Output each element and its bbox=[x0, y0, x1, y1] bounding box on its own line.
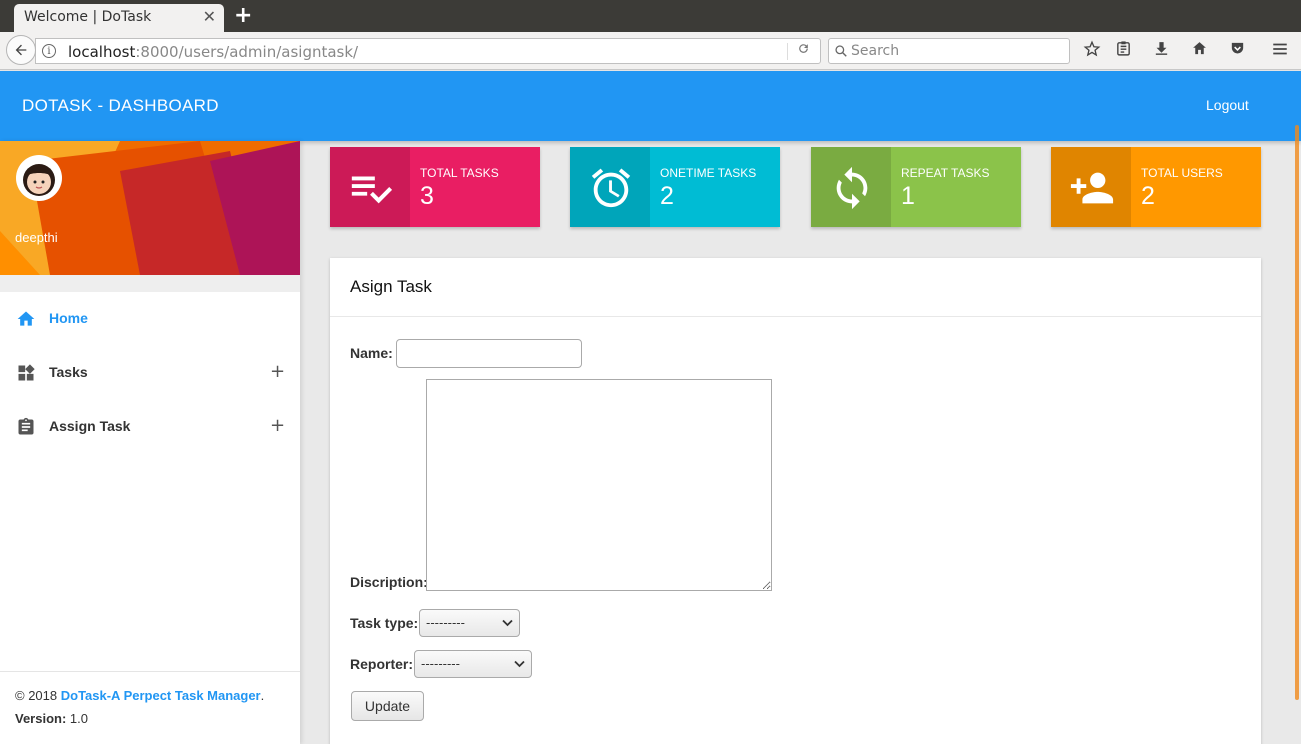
description-label: Discription: bbox=[350, 574, 428, 590]
tab-close-icon[interactable]: ✕ bbox=[203, 7, 216, 26]
sidebar-item-label: Assign Task bbox=[49, 418, 131, 434]
app-header: DOTASK - DASHBOARD Logout bbox=[0, 71, 1301, 141]
chevron-down-icon bbox=[502, 619, 513, 627]
sidebar-item-label: Tasks bbox=[49, 364, 88, 380]
new-tab-icon[interactable]: + bbox=[234, 3, 252, 28]
back-button[interactable] bbox=[6, 35, 36, 65]
bookmark-star-icon[interactable] bbox=[1081, 40, 1103, 63]
search-bar[interactable]: Search bbox=[828, 38, 1070, 64]
reload-icon[interactable] bbox=[797, 42, 810, 59]
version-value: 1.0 bbox=[66, 711, 88, 726]
info-box-label: TOTAL TASKS bbox=[420, 166, 499, 180]
info-box-icon-area bbox=[1051, 147, 1131, 227]
info-box-total-tasks[interactable]: TOTAL TASKS 3 bbox=[330, 147, 540, 227]
search-icon bbox=[835, 45, 847, 57]
home-icon bbox=[17, 311, 35, 326]
footer-period: . bbox=[260, 688, 265, 703]
alarm-icon bbox=[591, 168, 631, 208]
pocket-icon[interactable] bbox=[1226, 40, 1248, 62]
url-host: localhost bbox=[68, 43, 136, 61]
sidebar-item-assign-task[interactable]: Assign Task + bbox=[0, 407, 300, 447]
widgets-icon bbox=[18, 364, 35, 381]
task-type-selected-value: --------- bbox=[426, 616, 465, 630]
version-label: Version: bbox=[15, 711, 67, 726]
expand-plus-icon[interactable]: + bbox=[270, 361, 285, 382]
update-button[interactable]: Update bbox=[351, 691, 424, 721]
version-line: Version: 1.0 bbox=[15, 711, 285, 734]
info-box-label: REPEAT TASKS bbox=[901, 166, 990, 180]
info-box-icon-area bbox=[330, 147, 410, 227]
info-box-label: ONETIME TASKS bbox=[660, 166, 757, 180]
search-placeholder: Search bbox=[851, 43, 900, 59]
info-box-label: TOTAL USERS bbox=[1141, 166, 1223, 180]
copyright-line: © 2018 DoTask-A Perpect Task Manager. bbox=[15, 688, 285, 711]
reporter-label: Reporter: bbox=[350, 656, 414, 672]
logout-link[interactable]: Logout bbox=[1206, 97, 1249, 113]
card-title: Asign Task bbox=[350, 277, 432, 296]
info-box-value: 1 bbox=[901, 182, 915, 210]
info-box-total-users[interactable]: TOTAL USERS 2 bbox=[1051, 147, 1261, 227]
username: deepthi bbox=[15, 230, 58, 245]
info-box-icon-area bbox=[570, 147, 650, 227]
avatar[interactable] bbox=[15, 154, 63, 202]
home-browser-icon[interactable] bbox=[1188, 40, 1210, 62]
info-box-value: 2 bbox=[660, 182, 674, 210]
hamburger-menu-icon[interactable] bbox=[1269, 40, 1291, 63]
info-box-value: 2 bbox=[1141, 182, 1155, 210]
sidebar-divider bbox=[0, 275, 300, 292]
assign-task-card: Asign Task Name: Discription: Task type:… bbox=[330, 258, 1261, 744]
download-icon[interactable] bbox=[1150, 40, 1172, 62]
expand-plus-icon[interactable]: + bbox=[270, 415, 285, 436]
page-scrollbar[interactable] bbox=[1295, 125, 1299, 700]
description-textarea[interactable] bbox=[426, 379, 772, 591]
refresh-icon bbox=[836, 166, 868, 210]
url-path: :8000/users/admin/asigntask/ bbox=[135, 43, 359, 61]
copyright-text: © 2018 bbox=[15, 688, 61, 703]
info-box-onetime-tasks[interactable]: ONETIME TASKS 2 bbox=[570, 147, 780, 227]
sidebar: deepthi Home Tasks + Assign Task + © 201… bbox=[0, 141, 300, 744]
name-label: Name: bbox=[350, 345, 393, 361]
reading-list-icon[interactable] bbox=[1112, 40, 1134, 62]
url-separator bbox=[787, 43, 788, 60]
url-text[interactable]: localhost:8000/users/admin/asigntask/ bbox=[68, 43, 358, 61]
sidebar-footer: © 2018 DoTask-A Perpect Task Manager. Ve… bbox=[0, 671, 300, 744]
browser-tab-bar: Welcome | DoTask ✕ + bbox=[0, 0, 1301, 32]
app-title[interactable]: DOTASK - DASHBOARD bbox=[22, 96, 219, 116]
name-input[interactable] bbox=[396, 339, 582, 368]
sidebar-item-tasks[interactable]: Tasks + bbox=[0, 353, 300, 393]
browser-nav-bar: i localhost:8000/users/admin/asigntask/ … bbox=[0, 32, 1301, 70]
url-bar[interactable]: i localhost:8000/users/admin/asigntask/ bbox=[35, 38, 821, 64]
reporter-selected-value: --------- bbox=[421, 657, 460, 671]
info-box-icon-area bbox=[811, 147, 891, 227]
playlist-check-icon bbox=[351, 176, 393, 204]
user-info: deepthi bbox=[0, 141, 300, 275]
sidebar-item-home[interactable]: Home bbox=[0, 299, 300, 339]
tab-title: Welcome | DoTask bbox=[24, 9, 152, 25]
person-add-icon bbox=[1070, 172, 1114, 204]
info-box-value: 3 bbox=[420, 182, 434, 210]
chevron-down-icon bbox=[514, 660, 525, 668]
task-type-label: Task type: bbox=[350, 615, 419, 631]
reporter-select[interactable]: --------- bbox=[414, 650, 532, 678]
clipboard-icon bbox=[18, 417, 34, 435]
browser-tab[interactable]: Welcome | DoTask ✕ bbox=[14, 4, 224, 32]
arrow-left-icon bbox=[15, 44, 27, 56]
card-header: Asign Task bbox=[330, 258, 1261, 317]
footer-link[interactable]: DoTask-A Perpect Task Manager bbox=[61, 688, 261, 703]
info-box-repeat-tasks[interactable]: REPEAT TASKS 1 bbox=[811, 147, 1021, 227]
sidebar-item-label: Home bbox=[49, 310, 88, 326]
info-icon[interactable]: i bbox=[42, 44, 56, 58]
task-type-select[interactable]: --------- bbox=[419, 609, 520, 637]
